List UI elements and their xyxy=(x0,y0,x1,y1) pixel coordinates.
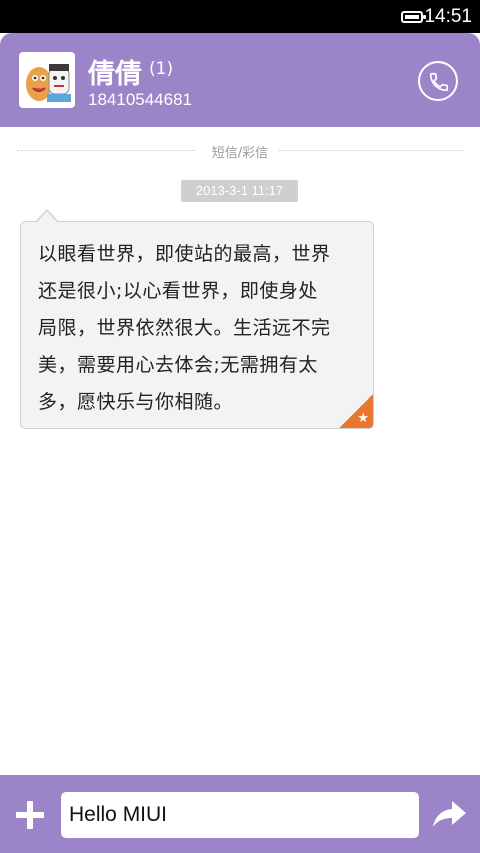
send-arrow-icon xyxy=(433,801,466,827)
unread-count: (1) xyxy=(149,59,174,79)
message-bubble[interactable]: 以眼看世界，即使站的最高，世界 还是很小;以心看世界，即使身处 局限，世界依然很… xyxy=(20,221,374,429)
divider-line-right xyxy=(279,150,463,151)
bubble-tail-inner xyxy=(36,211,58,223)
message-input[interactable] xyxy=(61,792,419,838)
send-button[interactable] xyxy=(432,799,468,829)
conversation-header: 倩倩 (1) 18410544681 xyxy=(0,33,480,127)
battery-icon xyxy=(401,11,426,23)
plus-icon[interactable] xyxy=(16,801,44,829)
star-icon[interactable]: ★ xyxy=(339,394,373,428)
message-type-label: 短信/彩信 xyxy=(211,146,269,161)
message-type-divider: 短信/彩信 xyxy=(17,141,463,161)
status-bar: 14:51 xyxy=(0,0,480,33)
contact-phone-number: 18410544681 xyxy=(88,90,193,109)
status-time: 14:51 xyxy=(424,6,472,27)
contact-name: 倩倩 xyxy=(88,59,142,90)
call-button[interactable] xyxy=(418,61,458,101)
avatar-icon[interactable] xyxy=(19,52,75,108)
composer-bar xyxy=(0,775,480,853)
phone-icon xyxy=(429,72,449,92)
message-timestamp: 2013-3-1 11:17 xyxy=(181,180,298,202)
message-text: 以眼看世界，即使站的最高，世界 还是很小;以心看世界，即使身处 局限，世界依然很… xyxy=(38,243,331,413)
